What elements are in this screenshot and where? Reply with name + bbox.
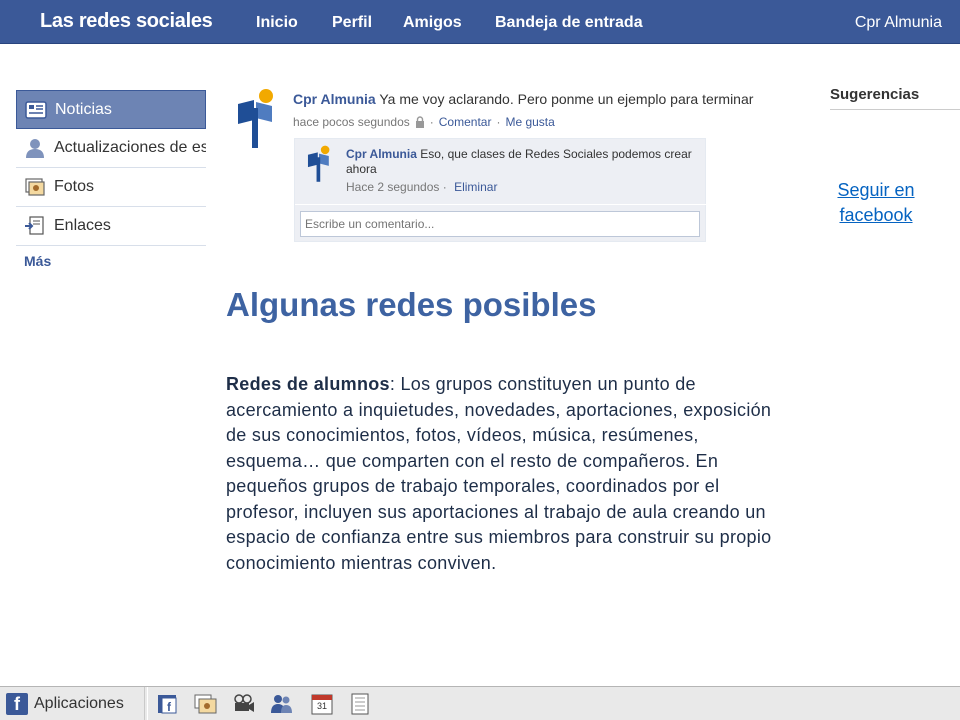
applications-button[interactable]: f Aplicaciones (0, 687, 145, 720)
facebook-logo-icon: f (6, 693, 28, 715)
left-sidebar: Noticias Actualizaciones de estado Fotos… (16, 90, 206, 269)
meta-separator: · (429, 115, 434, 129)
photos-app-icon[interactable] (194, 693, 218, 715)
follow-facebook-link[interactable]: Seguir en facebook (826, 178, 926, 228)
comment-timestamp: Hace 2 segundos (346, 180, 440, 194)
sidebar-item-label: Fotos (54, 178, 95, 195)
applications-label: Aplicaciones (34, 695, 124, 712)
photos-icon (25, 178, 45, 196)
lock-icon (415, 116, 424, 128)
comment-input[interactable] (300, 211, 700, 237)
sidebar-item-fotos[interactable]: Fotos (16, 168, 206, 207)
sidebar-item-noticias[interactable]: Noticias (16, 90, 206, 129)
friends-app-icon[interactable] (270, 693, 294, 715)
current-user-link[interactable]: Cpr Almunia (855, 14, 942, 32)
body-paragraph: Redes de alumnos: Los grupos constituyen… (226, 372, 786, 576)
video-app-icon[interactable] (232, 693, 256, 715)
post-timestamp: hace pocos segundos (293, 115, 410, 129)
links-icon (25, 216, 44, 235)
sidebar-item-actualizaciones[interactable]: Actualizaciones de estado (16, 129, 206, 168)
brand-title[interactable]: Las redes sociales (40, 10, 213, 33)
sidebar-item-label: Actualizaciones de estado (54, 139, 206, 156)
meta-separator: · (496, 115, 501, 129)
notes-app-icon[interactable] (348, 693, 372, 715)
nav-inicio[interactable]: Inicio (256, 14, 298, 32)
nav-bandeja-de-entrada[interactable]: Bandeja de entrada (495, 14, 643, 32)
avatar[interactable] (303, 145, 335, 183)
sidebar-item-label: Enlaces (54, 217, 111, 234)
like-link[interactable]: Me gusta (505, 115, 554, 129)
divider (147, 687, 148, 720)
status-updates-icon (26, 139, 44, 158)
post-text: Ya me voy aclarando. Pero ponme un ejemp… (379, 91, 754, 107)
comment-link[interactable]: Comentar (439, 115, 492, 129)
top-bar: Las redes sociales Inicio Perfil Amigos … (0, 0, 960, 44)
comment-author-link[interactable]: Cpr Almunia (346, 147, 417, 161)
comments-box: Cpr Almunia Eso, que clases de Redes Soc… (294, 138, 707, 242)
delete-comment-link[interactable]: Eliminar (454, 180, 497, 194)
bottom-app-bar: f Aplicaciones f 31 (0, 686, 960, 720)
nav-perfil[interactable]: Perfil (332, 14, 372, 32)
sidebar-item-label: Noticias (55, 100, 112, 118)
calendar-day-number: 31 (316, 701, 327, 711)
news-feed-icon (25, 100, 47, 119)
comment-item: Cpr Almunia Eso, que clases de Redes Soc… (295, 139, 707, 205)
suggestions-title: Sugerencias (830, 86, 960, 110)
avatar[interactable] (232, 88, 280, 150)
sidebar-item-enlaces[interactable]: Enlaces (16, 207, 206, 246)
nav-amigos[interactable]: Amigos (403, 14, 462, 32)
facebook-app-icon[interactable]: f (156, 693, 180, 715)
post-meta: hace pocos segundos · Comentar · Me gust… (293, 115, 555, 129)
post-author-link[interactable]: Cpr Almunia (293, 91, 376, 107)
meta-separator: · (442, 180, 447, 194)
page-title: Algunas redes posibles (226, 286, 597, 323)
comment-body: Cpr Almunia Eso, que clases de Redes Soc… (346, 147, 696, 177)
body-bold-term: Redes de alumnos (226, 374, 390, 394)
post-header: Cpr Almunia Ya me voy aclarando. Pero po… (293, 91, 753, 107)
comment-meta: Hace 2 segundos · Eliminar (346, 180, 497, 194)
sidebar-more-link[interactable]: Más (24, 253, 206, 269)
body-text: : Los grupos constituyen un punto de ace… (226, 374, 772, 573)
